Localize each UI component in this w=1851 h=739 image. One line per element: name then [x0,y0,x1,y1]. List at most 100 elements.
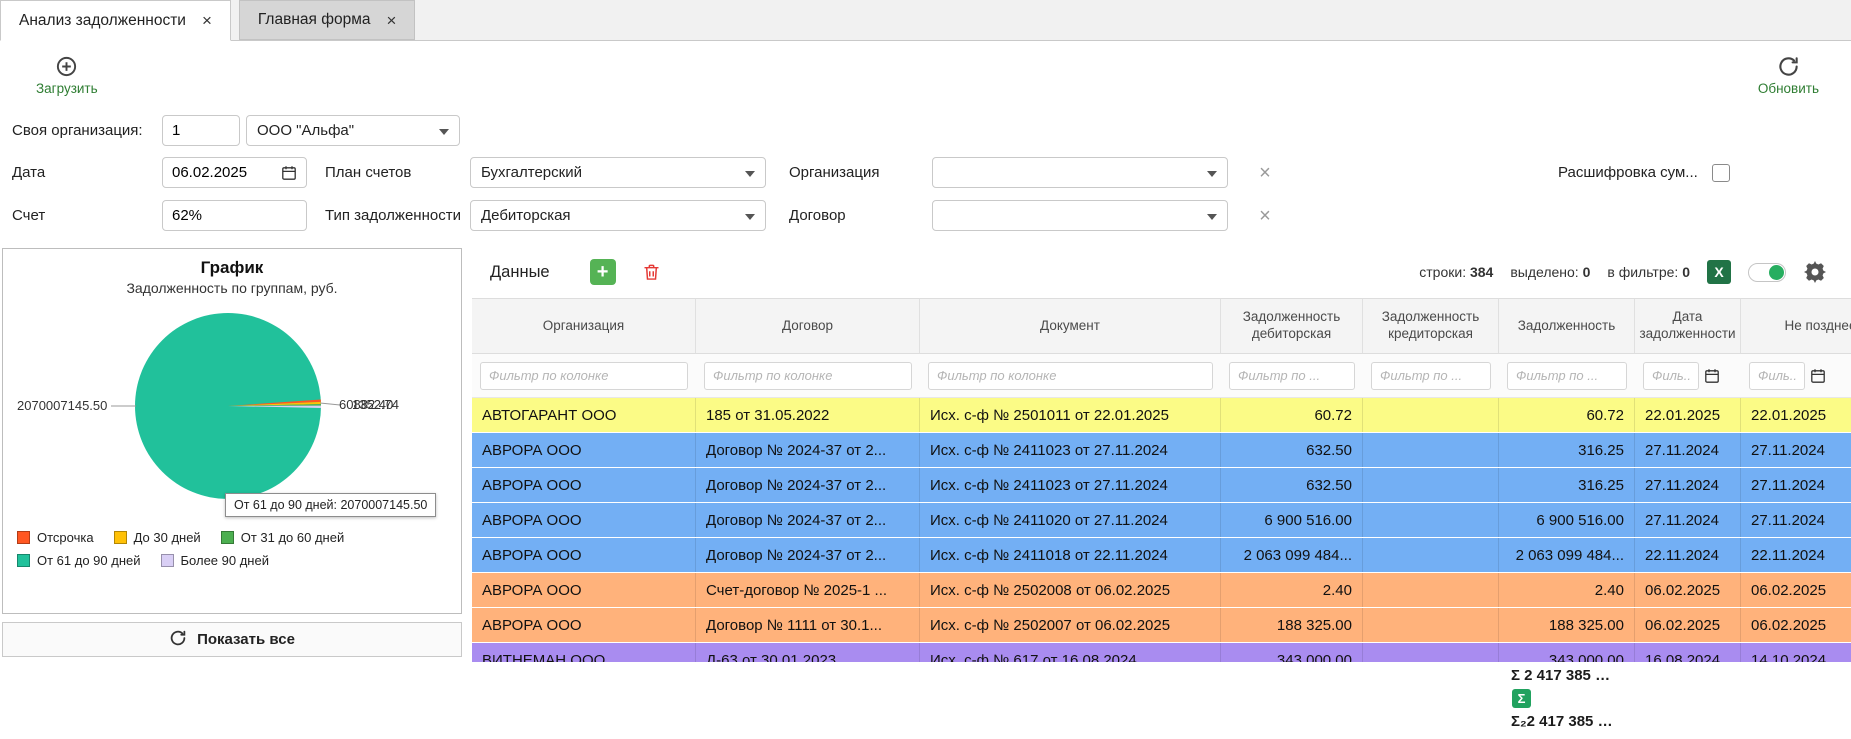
calendar-icon[interactable] [1810,368,1826,384]
table-cell[interactable] [1363,398,1499,432]
table-cell[interactable]: 22.11.2024 [1635,538,1741,572]
column-header-credit[interactable]: Задолженность кредиторская [1363,298,1499,354]
filter-input-document[interactable] [928,362,1213,390]
close-icon[interactable]: × [202,12,212,29]
table-cell[interactable]: 185 от 31.05.2022 [696,398,920,432]
table-cell[interactable]: 6 900 516.00 [1221,503,1363,537]
table-cell[interactable]: АВРОРА ООО [472,538,696,572]
filter-input-contract[interactable] [704,362,912,390]
column-header-debit[interactable]: Задолженность дебиторская [1221,298,1363,354]
table-row[interactable]: АВРОРА ОООДоговор № 2024-37 от 2...Исх. … [472,503,1851,538]
clear-organization-icon[interactable]: × [1254,156,1276,190]
table-cell[interactable]: 188 325.00 [1499,608,1635,642]
table-cell[interactable]: 343 000.00 [1499,643,1635,662]
legend-item-otsrochka[interactable]: Отсрочка [17,530,94,545]
table-cell[interactable]: 316.25 [1499,468,1635,502]
table-cell[interactable]: 06.02.2025 [1635,573,1741,607]
organization-select[interactable] [932,157,1228,188]
load-button[interactable]: Загрузить [26,51,108,100]
tab-debt-analysis[interactable]: Анализ задолженности × [0,0,231,41]
table-cell[interactable] [1363,538,1499,572]
table-cell[interactable]: 632.50 [1221,433,1363,467]
export-excel-button[interactable]: X [1707,260,1731,284]
table-cell[interactable]: Договор № 2024-37 от 2... [696,503,920,537]
filter-input-debt[interactable] [1507,362,1627,390]
table-cell[interactable]: Исх. с-ф № 2411023 от 27.11.2024 [920,468,1221,502]
table-cell[interactable]: Исх. с-ф № 2501011 от 22.01.2025 [920,398,1221,432]
grid-toggle-switch[interactable] [1748,263,1786,282]
table-cell[interactable]: Договор № 2024-37 от 2... [696,538,920,572]
table-cell[interactable]: Исх. с-ф № 2502007 от 06.02.2025 [920,608,1221,642]
table-cell[interactable]: Договор № 1111 от 30.1... [696,608,920,642]
sigma-button[interactable]: Σ [1512,689,1531,708]
table-cell[interactable]: 2.40 [1499,573,1635,607]
table-cell[interactable]: Исх. с-ф № 2411020 от 27.11.2024 [920,503,1221,537]
table-cell[interactable]: 06.02.2025 [1635,608,1741,642]
filter-input-debit[interactable] [1229,362,1355,390]
table-cell[interactable]: 316.25 [1499,433,1635,467]
table-cell[interactable]: Исх. с-ф № 617 от 16.08.2024 [920,643,1221,662]
table-cell[interactable]: Договор № 2024-37 от 2... [696,433,920,467]
table-cell[interactable] [1363,608,1499,642]
table-cell[interactable]: 188 325.00 [1221,608,1363,642]
table-row[interactable]: АВРОРА ОООДоговор № 2024-37 от 2...Исх. … [472,538,1851,573]
table-cell[interactable]: Счет-договор № 2025-1 ... [696,573,920,607]
own-org-select[interactable]: ООО "Альфа" [246,115,460,146]
table-cell[interactable] [1363,573,1499,607]
tab-main-form[interactable]: Главная форма × [239,0,416,40]
table-cell[interactable]: 22.01.2025 [1741,398,1851,432]
calendar-icon[interactable] [1704,368,1720,384]
table-cell[interactable]: 16.08.2024 [1635,643,1741,662]
settings-gear-icon[interactable] [1803,260,1827,284]
table-cell[interactable]: 6 900 516.00 [1499,503,1635,537]
filter-input-credit[interactable] [1371,362,1491,390]
account-input[interactable] [162,200,307,231]
table-row[interactable]: АВРОРА ОООСчет-договор № 2025-1 ...Исх. … [472,573,1851,608]
table-cell[interactable]: Исх. с-ф № 2411018 от 22.11.2024 [920,538,1221,572]
table-cell[interactable]: 14.10.2024 [1741,643,1851,662]
column-header-debt-date[interactable]: Дата задолженности [1635,298,1741,354]
table-cell[interactable] [1363,503,1499,537]
table-cell[interactable]: ВИТНЕМАН ООО [472,643,696,662]
table-row[interactable]: АВРОРА ОООДоговор № 2024-37 от 2...Исх. … [472,468,1851,503]
debt-type-select[interactable]: Дебиторская [470,200,766,231]
table-cell[interactable]: 27.11.2024 [1741,468,1851,502]
column-header-document[interactable]: Документ [920,298,1221,354]
filter-input-debt-date[interactable] [1643,362,1699,390]
table-row[interactable]: АВРОРА ОООДоговор № 2024-37 от 2...Исх. … [472,433,1851,468]
table-cell[interactable]: АВРОРА ООО [472,433,696,467]
table-cell[interactable] [1363,468,1499,502]
clear-contract-icon[interactable]: × [1254,199,1276,233]
show-all-button[interactable]: Показать все [2,622,462,657]
add-row-button[interactable]: + [590,259,616,285]
table-cell[interactable]: 343 000.00 [1221,643,1363,662]
table-cell[interactable]: 60.72 [1221,398,1363,432]
calendar-icon[interactable] [281,165,297,181]
table-cell[interactable]: 22.01.2025 [1635,398,1741,432]
contract-select[interactable] [932,200,1228,231]
table-cell[interactable]: 2 063 099 484... [1499,538,1635,572]
decode-sum-checkbox[interactable] [1712,164,1730,182]
legend-item-more-90[interactable]: Более 90 дней [161,553,269,568]
filter-input-not-later[interactable] [1749,362,1805,390]
table-row[interactable]: АВРОРА ОООДоговор № 1111 от 30.1...Исх. … [472,608,1851,643]
table-cell[interactable]: АВРОРА ООО [472,503,696,537]
table-cell[interactable]: 2 063 099 484... [1221,538,1363,572]
table-cell[interactable]: Исх. с-ф № 2502008 от 06.02.2025 [920,573,1221,607]
table-cell[interactable] [1363,433,1499,467]
table-cell[interactable]: Исх. с-ф № 2411023 от 27.11.2024 [920,433,1221,467]
table-cell[interactable]: Договор № 2024-37 от 2... [696,468,920,502]
filter-input-organization[interactable] [480,362,688,390]
table-cell[interactable]: 06.02.2025 [1741,608,1851,642]
close-icon[interactable]: × [386,12,396,29]
table-cell[interactable]: 27.11.2024 [1741,433,1851,467]
legend-item-61-90[interactable]: От 61 до 90 дней [17,553,141,568]
legend-item-do-30[interactable]: До 30 дней [114,530,201,545]
table-cell[interactable]: АВРОРА ООО [472,468,696,502]
table-cell[interactable]: Д-63 от 30.01.2023 [696,643,920,662]
table-row[interactable]: ВИТНЕМАН ОООД-63 от 30.01.2023Исх. с-ф №… [472,643,1851,662]
chart-of-accounts-select[interactable]: Бухгалтерский [470,157,766,188]
own-org-code-input[interactable] [162,115,240,146]
table-cell[interactable]: АВРОРА ООО [472,608,696,642]
delete-row-button[interactable] [640,260,664,284]
